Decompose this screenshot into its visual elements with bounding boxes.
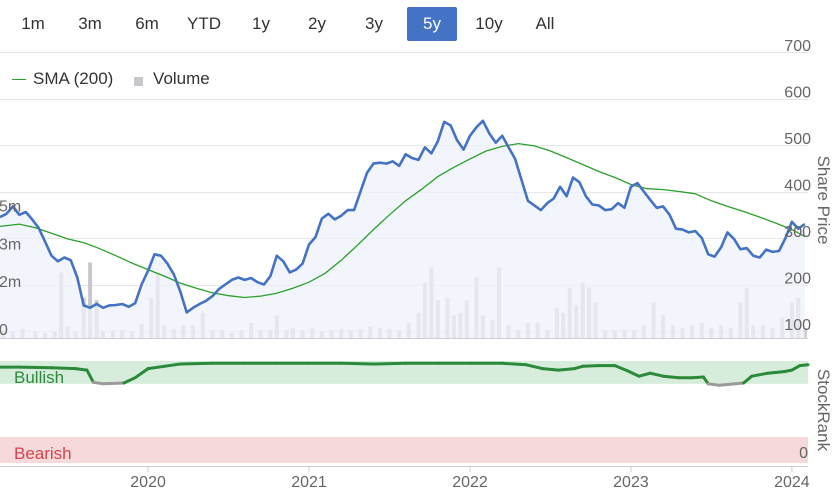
- stockrank-line-segment: [706, 382, 721, 387]
- stockrank-line-segment: [50, 366, 78, 371]
- price-tick-label: 400: [784, 178, 811, 195]
- x-tick-label: 2020: [130, 474, 166, 489]
- bearish-label: Bearish: [14, 444, 72, 463]
- share-price-chart: 700 600 500 400 300 200 100 0 2m 3m 5m Share Price B…: [0, 38, 833, 489]
- stockrank-line-segment: [540, 367, 560, 372]
- stockrank-line-segment: [17, 365, 53, 370]
- volume-tick-label: 2m: [0, 274, 21, 291]
- price-tick-label: 300: [784, 224, 811, 241]
- stockrank-line-segment: [74, 367, 89, 372]
- price-tick-label: 700: [784, 38, 811, 55]
- stockrank-line-segment: [500, 361, 528, 367]
- x-tick-label: 2023: [613, 474, 649, 489]
- stockrank-line-segment: [766, 370, 786, 375]
- price-tick-label: 200: [784, 271, 811, 288]
- volume-tick-label: 5m: [0, 199, 21, 216]
- price-tick-label: 600: [784, 85, 811, 102]
- stockrank-line-segment: [101, 381, 126, 386]
- bullish-label: Bullish: [14, 368, 64, 387]
- stockrank-line-segment: [178, 361, 214, 366]
- stockrank-line-segment: [339, 361, 375, 366]
- x-tick-label: 2021: [291, 474, 327, 489]
- volume-tick-label: 0: [0, 322, 8, 339]
- stockrank-line-segment: [581, 364, 601, 368]
- stockrank-line-segment: [798, 363, 810, 368]
- stockrank-zero-label: 0: [799, 445, 808, 462]
- stockrank-line-segment: [690, 375, 705, 380]
- price-tick-label: 500: [784, 131, 811, 148]
- stockrank-line-segment: [661, 374, 681, 380]
- x-tick-label: 2022: [452, 474, 488, 489]
- stockrank-line-segment: [371, 361, 408, 366]
- stockrank-panel: Bullish Bearish 0 StockRank: [0, 361, 833, 463]
- x-axis: 2020 2021 2022 2023 2024: [0, 466, 810, 489]
- bearish-band: [0, 437, 808, 463]
- stockrank-line-segment: [557, 367, 577, 372]
- volume-tick-label: 3m: [0, 236, 21, 253]
- stockrank-line-segment: [718, 382, 738, 387]
- price-tick-label: 100: [784, 317, 811, 334]
- price-axis-title: Share Price: [814, 156, 833, 245]
- stockrank-axis-title: StockRank: [814, 369, 833, 452]
- x-tick-label: 2024: [774, 474, 810, 489]
